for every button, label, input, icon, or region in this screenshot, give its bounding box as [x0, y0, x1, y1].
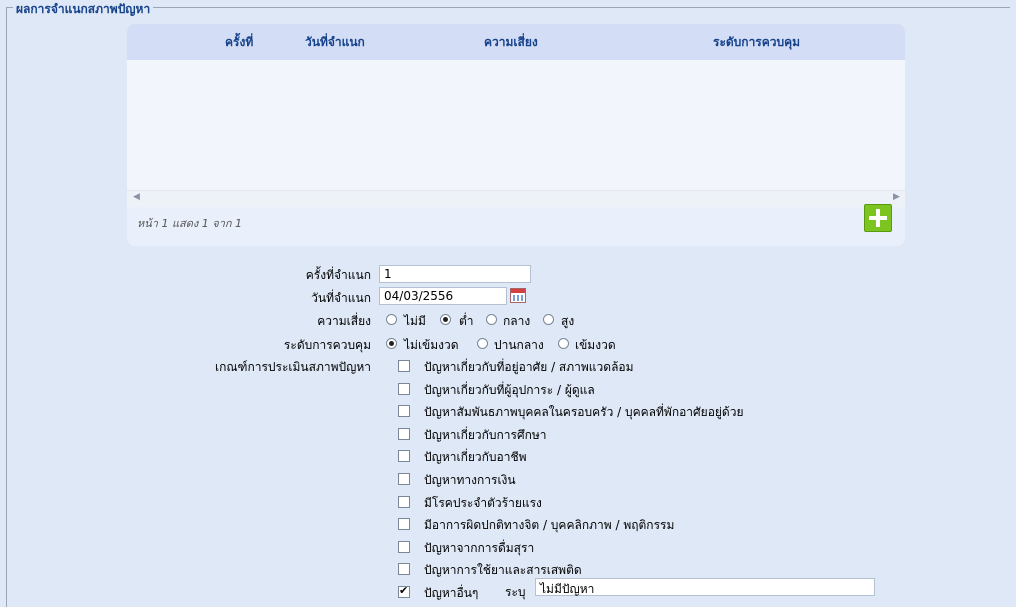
grid-body [127, 60, 905, 190]
criteria-checkbox[interactable] [398, 518, 410, 530]
fieldset-border [6, 7, 1010, 8]
risk-radio-high[interactable] [543, 314, 554, 325]
criteria-option-label: ปัญหาสัมพันธภาพบุคคลในครอบครัว / บุคคลที… [424, 405, 744, 419]
control-radio-strict[interactable] [558, 338, 569, 349]
criteria-option-label: มีโรคประจำตัวร้ายแรง [424, 496, 542, 510]
criteria-checkbox[interactable] [398, 541, 410, 553]
scroll-right-icon[interactable]: ▶ [893, 192, 900, 202]
criteria-checkbox[interactable] [398, 360, 410, 372]
date-label: วันที่จำแนก [311, 291, 371, 305]
scroll-left-icon[interactable]: ◀ [133, 192, 140, 202]
criteria-checkbox[interactable] [398, 496, 410, 508]
criteria-checkbox[interactable] [398, 450, 410, 462]
round-field[interactable]: 1 [379, 265, 531, 283]
other-specify-field[interactable]: ไม่มีปัญหา [535, 578, 875, 596]
criteria-option-label: ปัญหาเกี่ยวกับที่ผู้อุปการะ / ผู้ดูแล [424, 383, 595, 397]
risk-option-medium: กลาง [503, 314, 531, 328]
criteria-checkbox[interactable] [398, 383, 410, 395]
criteria-checkbox[interactable] [398, 584, 410, 598]
pager-status: หน้า 1 แสดง 1 จาก 1 [137, 217, 243, 230]
risk-radio-none[interactable] [386, 314, 397, 325]
criteria-option-label: ปัญหาเกี่ยวกับที่อยู่อาศัย / สภาพแวดล้อม [424, 360, 634, 374]
column-header-date[interactable]: วันที่จำแนก [305, 33, 365, 52]
round-label: ครั้งที่จำแนก [305, 268, 371, 282]
add-icon[interactable] [864, 204, 892, 232]
risk-radio-medium[interactable] [486, 314, 497, 325]
column-header-round[interactable]: ครั้งที่ [225, 33, 253, 52]
section-title: ผลการจำแนกสภาพปัญหา [13, 0, 154, 19]
risk-radio-low[interactable] [440, 314, 451, 325]
criteria-option-label: ปัญหาอื่นๆ [424, 586, 479, 600]
criteria-checkbox[interactable] [398, 428, 410, 440]
control-option-lenient: ไม่เข้มงวด [404, 338, 459, 352]
classification-grid: ครั้งที่ วันที่จำแนก ความเสี่ยง ระดับการ… [127, 24, 905, 246]
risk-option-high: สูง [561, 314, 575, 328]
criteria-option-label: ปัญหาเกี่ยวกับอาชีพ [424, 450, 527, 464]
control-radio-moderate[interactable] [477, 338, 488, 349]
risk-option-low: ต่ำ [459, 314, 474, 328]
criteria-option-label: มีอาการผิดปกติทางจิต / บุคคลิกภาพ / พฤติ… [424, 518, 675, 532]
column-header-risk[interactable]: ความเสี่ยง [484, 33, 538, 52]
risk-option-none: ไม่มี [404, 314, 426, 328]
fieldset-border-left [6, 7, 7, 607]
criteria-checkbox[interactable] [398, 563, 410, 575]
criteria-label: เกณฑ์การประเมินสภาพปัญหา [214, 360, 371, 374]
criteria-option-label: ปัญหาเกี่ยวกับการศึกษา [424, 428, 547, 442]
control-option-moderate: ปานกลาง [494, 338, 544, 352]
horizontal-scrollbar[interactable]: ◀ ▶ [127, 190, 905, 207]
date-field[interactable]: 04/03/2556 [379, 287, 507, 305]
criteria-option-label: ปัญหาจากการดื่มสุรา [424, 541, 535, 555]
other-specify-label: ระบุ [505, 585, 526, 599]
criteria-checkbox[interactable] [398, 473, 410, 485]
criteria-option-label: ปัญหาทางการเงิน [424, 473, 516, 487]
control-radio-lenient[interactable] [386, 338, 397, 349]
grid-header: ครั้งที่ วันที่จำแนก ความเสี่ยง ระดับการ… [127, 24, 905, 60]
criteria-checkbox[interactable] [398, 405, 410, 417]
control-option-strict: เข้มงวด [575, 338, 616, 352]
control-label: ระดับการควบคุม [283, 338, 371, 352]
column-header-control-level[interactable]: ระดับการควบคุม [713, 33, 800, 52]
risk-label: ความเสี่ยง [317, 314, 371, 328]
calendar-icon[interactable] [510, 288, 526, 303]
